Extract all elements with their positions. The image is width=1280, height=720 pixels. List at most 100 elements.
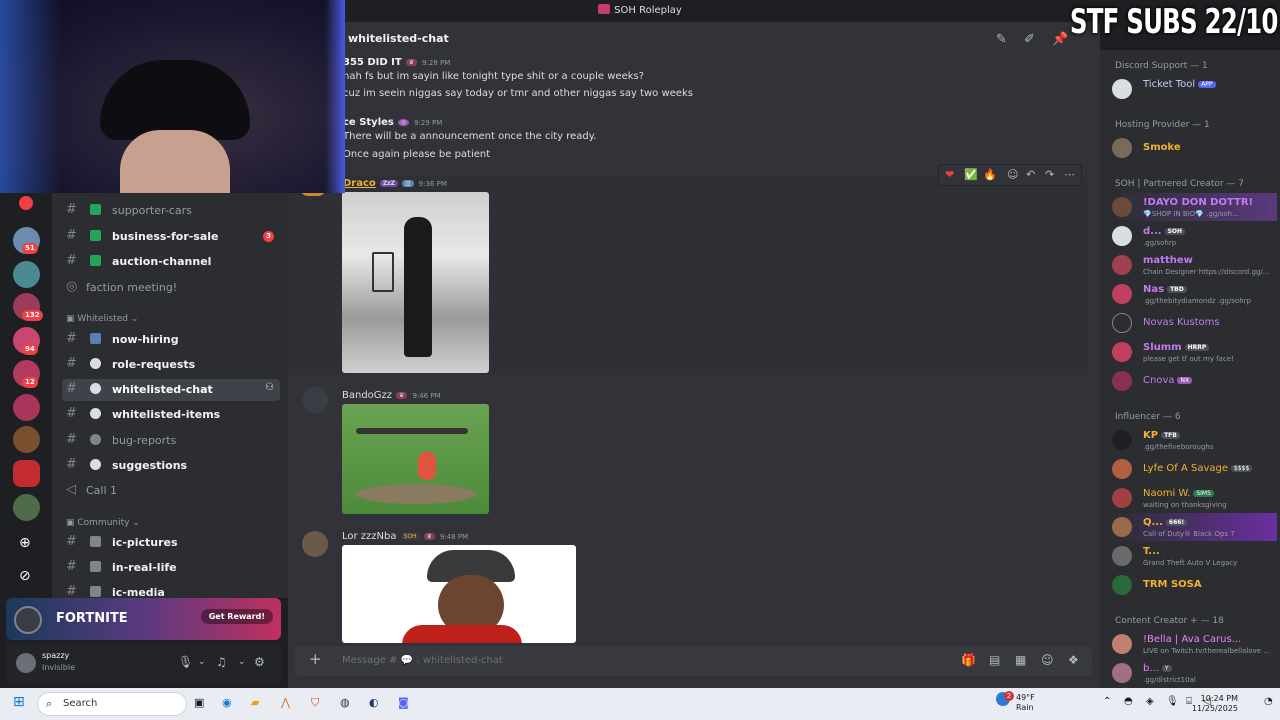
headphones-icon[interactable]: ♫ <box>216 655 227 669</box>
member-item[interactable]: T... Grand Theft Auto V Legacy <box>1112 542 1277 570</box>
gift-icon[interactable]: 🎁 <box>961 653 976 667</box>
member-item[interactable]: Slumm HRRP please get tf out my face! <box>1112 338 1277 366</box>
windows-start-icon[interactable]: ⊞ <box>13 694 25 710</box>
apps-icon[interactable]: ❖ <box>1068 653 1079 667</box>
microphone-icon[interactable]: 🎙 <box>178 655 193 669</box>
message-author[interactable]: BandoGzz ♛ 9:46 PM <box>342 390 441 401</box>
member-item[interactable]: !DAYO DON DOTTR! 💎SHOP IN BIO💎 .gg/soh... <box>1112 193 1277 221</box>
edge-icon[interactable]: ◉ <box>222 696 232 709</box>
chevron-down-icon[interactable]: ⌄ <box>198 657 206 667</box>
avatar[interactable] <box>302 531 328 557</box>
app-icon[interactable]: ⋀ <box>281 696 290 709</box>
gear-icon[interactable]: ⚙ <box>254 655 265 669</box>
username[interactable]: spazzy <box>42 651 69 660</box>
money-icon <box>90 204 101 215</box>
more-icon[interactable]: ⋯ <box>1064 168 1075 181</box>
channel-now-hiring[interactable]: # now-hiring <box>62 329 280 351</box>
channel-whitelisted-items[interactable]: # whitelisted-items <box>62 404 280 426</box>
server-icon-6[interactable] <box>13 394 40 421</box>
add-server-icon[interactable]: ⊕ <box>19 535 31 551</box>
member-item[interactable]: b... Y .gg/district10al <box>1112 659 1277 687</box>
channel-ic-media[interactable]: # ic-media <box>62 582 280 598</box>
pin-icon[interactable]: 📌 <box>1052 32 1068 47</box>
chevron-up-icon[interactable]: ⌃ <box>1103 696 1111 707</box>
member-item[interactable]: Cnova NX <box>1112 367 1277 395</box>
member-item[interactable]: Ticket Tool APP <box>1112 75 1277 103</box>
add-reaction-icon[interactable]: ☺ <box>1007 168 1018 181</box>
member-item[interactable]: Smoke <box>1112 134 1277 162</box>
message-author[interactable]: ce Styles ◎ 9:29 PM <box>343 117 442 128</box>
channel-role-requests[interactable]: # role-requests <box>62 354 280 376</box>
taskbar-clock[interactable]: 10:24 PM 11/25/2025 <box>1192 694 1238 714</box>
member-item[interactable]: Novas Kustoms <box>1112 309 1277 337</box>
category-community[interactable]: ▣ Community ⌄ <box>66 518 140 528</box>
notification-icon[interactable]: ◔ <box>1264 696 1273 707</box>
member-item[interactable]: !Bella | Ava Carus... LIVE on Twitch.tv/t… <box>1112 630 1277 658</box>
promo-banner[interactable]: FORTNITE Get Reward! <box>6 598 281 640</box>
message-author[interactable]: Draco ZzZ ▥ 9:36 PM <box>343 178 447 189</box>
microphone-icon[interactable]: 🎙 <box>1166 696 1179 707</box>
camera-icon <box>90 586 101 597</box>
member-item[interactable]: Lyfe Of A Savage $$$$ <box>1112 455 1277 483</box>
threads-icon[interactable]: ✎ <box>996 32 1007 47</box>
member-item[interactable]: KP TFB .gg/thefiveboroughs <box>1112 426 1277 454</box>
weather-widget[interactable]: 49°F Rain <box>1016 693 1035 713</box>
avatar[interactable] <box>16 653 36 673</box>
promo-title: FORTNITE <box>56 611 128 626</box>
channel-bug-reports[interactable]: # bug-reports <box>62 430 280 452</box>
server-icon-7[interactable] <box>13 426 40 453</box>
message-image-gif[interactable] <box>342 192 489 373</box>
sticker-icon[interactable]: ▦ <box>1015 653 1026 667</box>
channel-call-1[interactable]: ◁ Call 1 <box>62 480 280 502</box>
check-reaction-icon[interactable]: ✅ <box>964 168 978 181</box>
avatar[interactable] <box>302 387 328 413</box>
message-image-gif[interactable] <box>342 404 489 514</box>
channel-business-for-sale[interactable]: # business-for-sale 3 <box>62 226 280 248</box>
server-icon-2[interactable] <box>13 261 40 288</box>
message-author[interactable]: Lor zzzNba SOH ♛ 9:48 PM <box>342 531 468 542</box>
steam-icon[interactable]: ◐ <box>369 696 379 709</box>
chevron-down-icon[interactable]: ⌄ <box>238 657 246 667</box>
message-composer[interactable]: + Message # 💬 | whitelisted-chat 🎁 ▤ ▦ ☺… <box>295 646 1092 676</box>
channel-in-real-life[interactable]: # in-real-life <box>62 557 280 579</box>
channel-supporter-cars[interactable]: # supporter-cars <box>62 200 280 222</box>
plus-icon[interactable]: + <box>309 650 322 668</box>
message-image[interactable] <box>342 545 576 643</box>
channel-ic-pictures[interactable]: # ic-pictures <box>62 532 280 554</box>
message-input[interactable]: Message # 💬 | whitelisted-chat <box>342 655 503 666</box>
member-item[interactable]: Q... 666! Call of Duty® Black Ops 7 <box>1112 513 1277 541</box>
member-item[interactable]: Naomi W. SIMS waiting on thanksgiving <box>1112 484 1277 512</box>
message-author[interactable]: 355 DID IT ♛ 9:28 PM <box>343 57 450 68</box>
member-item[interactable]: TRM SOSA <box>1112 571 1277 599</box>
channel-auction-channel[interactable]: # auction-channel <box>62 251 280 273</box>
fire-reaction-icon[interactable]: 🔥 <box>983 168 997 181</box>
file-explorer-icon[interactable]: ▰ <box>251 696 259 709</box>
reply-icon[interactable]: ↶ <box>1026 168 1035 181</box>
tray-icon[interactable]: ◈ <box>1146 696 1154 707</box>
notification-mute-icon[interactable]: ✐ <box>1024 32 1035 47</box>
speech-bubble-icon <box>90 459 101 470</box>
server-icon-8[interactable] <box>13 460 40 487</box>
obs-icon[interactable]: ◍ <box>340 696 350 709</box>
taskbar-search[interactable]: ⌕ Search <box>37 692 187 716</box>
add-member-icon[interactable]: ⚇ <box>265 382 274 393</box>
server-icon-9[interactable] <box>13 494 40 521</box>
brave-icon[interactable]: ⛉ <box>311 696 319 710</box>
channel-whitelisted-chat[interactable]: # whitelisted-chat ⚇ <box>62 379 280 401</box>
get-reward-button[interactable]: Get Reward! <box>200 609 273 624</box>
hash-icon: # <box>66 457 77 472</box>
member-item[interactable]: d... SOH .gg/sohrp <box>1112 222 1277 250</box>
heart-reaction-icon[interactable]: ❤ <box>945 168 954 181</box>
member-item[interactable]: Nas TBD .gg/thebitydiamondz .gg/sohrp <box>1112 280 1277 308</box>
emoji-icon[interactable]: ☺ <box>1041 653 1054 667</box>
category-whitelisted[interactable]: ▣ Whitelisted ⌄ <box>66 314 138 324</box>
channel-suggestions[interactable]: # suggestions <box>62 455 280 477</box>
member-item[interactable]: matthew Chain Designer https://discord.gg… <box>1112 251 1277 279</box>
channel-faction-meeting[interactable]: ◎ faction meeting! <box>62 277 280 299</box>
forward-icon[interactable]: ↷ <box>1045 168 1054 181</box>
explore-icon[interactable]: ⊘ <box>19 568 31 584</box>
task-view-icon[interactable]: ▣ <box>194 696 204 709</box>
gif-icon[interactable]: ▤ <box>989 653 1000 667</box>
discord-icon[interactable]: ◙ <box>398 696 409 709</box>
tray-icon[interactable]: ◓ <box>1124 696 1133 707</box>
